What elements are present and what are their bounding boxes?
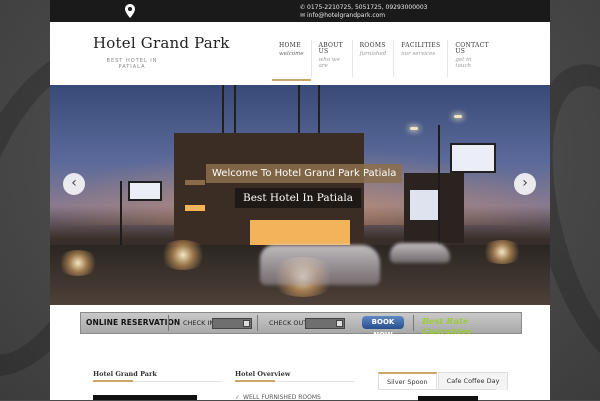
map-pin-icon — [125, 4, 135, 18]
location-tab[interactable] — [117, 0, 143, 22]
street-lamp — [410, 127, 418, 130]
tagline-line-2: PATIALA — [118, 64, 146, 70]
book-now-button[interactable]: BOOK NOW — [362, 316, 404, 339]
phone-icon: ✆ — [300, 4, 306, 11]
slider-next-button[interactable]: › — [514, 173, 536, 195]
tab-panel — [378, 389, 496, 401]
page-container: ✆ 0175-2210725, 5051725, 09293000003 ✉ inf… — [50, 0, 550, 401]
check-out-label: CHECK OUT — [269, 319, 308, 327]
nav-sublabel: who we are — [318, 57, 340, 69]
blurred-car — [390, 243, 450, 263]
phone-numbers: 0175-2210725, 5051725, 09293000003 — [307, 4, 428, 11]
main-nav: HOME welcome ABOUT US who we are ROOMS f… — [272, 40, 492, 81]
billboard — [128, 181, 162, 201]
reservation-bar: ONLINE RESERVATION CHECK IN CHECK OUT BO… — [80, 312, 522, 339]
top-bar: ✆ 0175-2210725, 5051725, 09293000003 ✉ inf… — [50, 0, 550, 22]
nav-label: CONTACT US — [455, 42, 489, 55]
blurred-car — [260, 245, 380, 285]
section-rule — [93, 380, 221, 382]
tab-silver-spoon[interactable]: Silver Spoon — [378, 372, 437, 390]
tab-cafe-coffee-day[interactable]: Cafe Coffee Day — [437, 372, 509, 390]
active-indicator — [272, 79, 311, 81]
nav-item-home[interactable]: HOME welcome — [272, 40, 311, 81]
divider — [257, 315, 258, 331]
chevron-left-icon: ‹ — [71, 175, 77, 191]
nav-item-facilities[interactable]: FACILITIES our services — [393, 40, 447, 77]
check-in-label: CHECK IN — [183, 319, 215, 327]
best-rate-guarantee: Best Rate Guarantee — [422, 317, 472, 337]
section-title-overview: Hotel Overview — [235, 370, 291, 378]
nav-label: HOME — [279, 42, 301, 49]
hero-slider[interactable]: Welcome To Hotel Grand Park Patiala Best… — [50, 85, 550, 305]
nav-label: ABOUT US — [318, 42, 343, 55]
email-link[interactable]: info@hotelgrandpark.com — [307, 12, 385, 19]
slide-caption-secondary: Best Hotel In Patiala — [235, 188, 362, 208]
nav-label: FACILITIES — [401, 42, 441, 49]
chevron-right-icon: › — [522, 175, 528, 191]
mail-icon: ✉ — [300, 12, 306, 19]
hotel-thumbnail[interactable] — [93, 395, 197, 400]
nav-sublabel: welcome — [279, 51, 304, 57]
nav-item-rooms[interactable]: ROOMS furnished — [351, 40, 394, 77]
slider-prev-button[interactable]: ‹ — [63, 173, 85, 195]
street-lamp — [454, 115, 462, 118]
building-window — [185, 180, 205, 185]
nav-sublabel: furnished — [359, 51, 387, 57]
building-window — [185, 205, 205, 211]
check-in-input[interactable] — [212, 318, 252, 329]
email-line: ✉ info@hotelgrandpark.com — [300, 12, 428, 20]
restaurant-thumbnail[interactable] — [418, 396, 478, 401]
calendar-icon[interactable] — [336, 320, 343, 327]
building-window — [250, 220, 350, 245]
slide-caption-primary: Welcome To Hotel Grand Park Patiala — [206, 164, 403, 183]
headlight-glow — [56, 250, 100, 276]
divider — [413, 315, 414, 331]
restaurant-tabs: Silver Spoon Cafe Coffee Day — [378, 372, 509, 390]
nav-item-about[interactable]: ABOUT US who we are — [310, 40, 352, 77]
headlight-glow — [480, 240, 524, 264]
radio-tower — [222, 85, 236, 140]
section-rule-accent — [235, 380, 275, 382]
nav-sublabel: our services — [401, 51, 436, 57]
street-pole — [120, 181, 122, 251]
divider — [168, 315, 169, 331]
billboard — [450, 143, 496, 173]
reservation-title: ONLINE RESERVATION — [86, 318, 181, 327]
section-rule — [235, 380, 355, 382]
street-pole — [438, 125, 440, 245]
contact-info: ✆ 0175-2210725, 5051725, 09293000003 ✉ inf… — [300, 4, 428, 20]
site-logo[interactable]: Hotel Grand Park — [93, 34, 230, 52]
nav-label: ROOMS — [359, 42, 386, 49]
section-rule-accent — [93, 380, 133, 382]
headlight-glow — [158, 240, 208, 270]
nav-item-contact[interactable]: CONTACT US get in touch — [447, 40, 492, 77]
phone-line: ✆ 0175-2210725, 5051725, 09293000003 — [300, 4, 428, 12]
nav-sublabel: get in touch — [455, 57, 472, 69]
site-tagline: BEST HOTEL IN PATIALA — [102, 58, 162, 70]
calendar-icon[interactable] — [243, 320, 250, 327]
section-title-hotel: Hotel Grand Park — [93, 370, 157, 378]
building-window — [410, 190, 440, 220]
check-out-input[interactable] — [305, 318, 345, 329]
